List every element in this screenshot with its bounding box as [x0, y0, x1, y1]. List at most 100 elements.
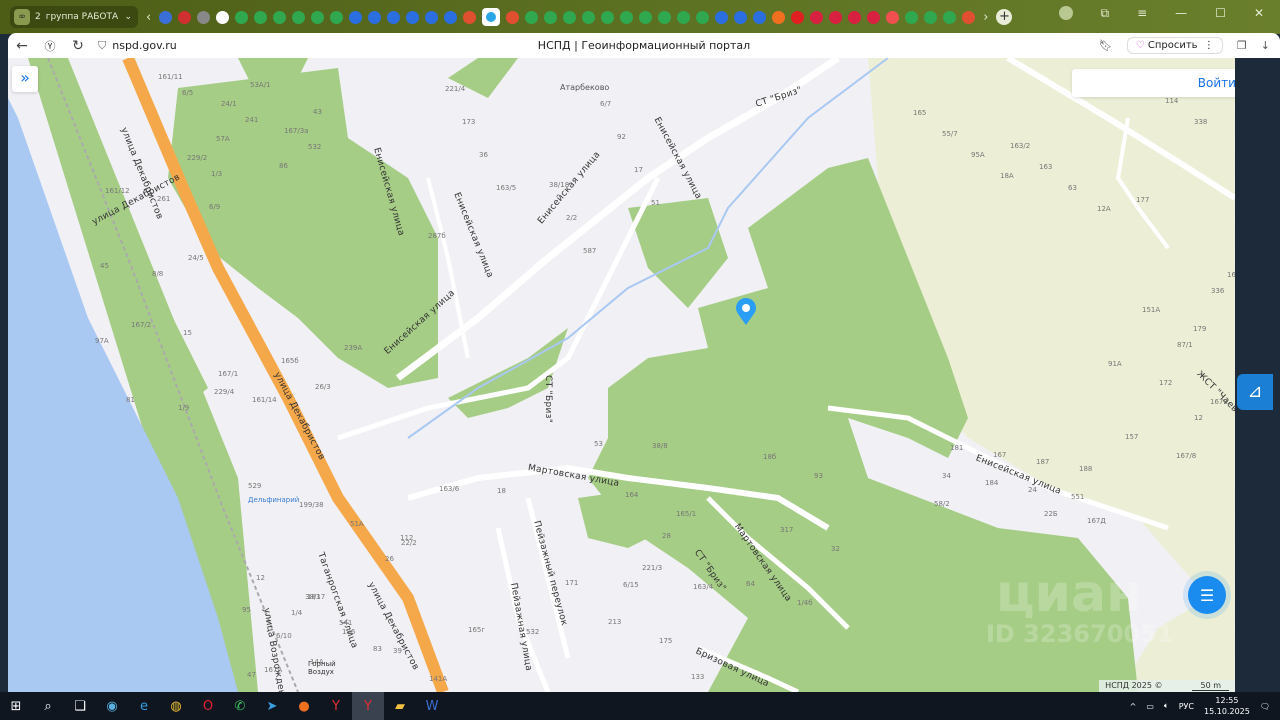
house-number[interactable]: 241 — [245, 116, 258, 124]
house-number[interactable]: 17 — [634, 166, 643, 174]
tab[interactable] — [620, 10, 634, 24]
house-number[interactable]: 551 — [1071, 493, 1084, 501]
house-number[interactable]: 83 — [373, 645, 382, 653]
house-number[interactable]: 167/3а — [284, 127, 308, 135]
ask-button[interactable]: ♡ Спросить ⋮ — [1126, 37, 1223, 54]
yandex-browser-icon[interactable]: Y — [320, 692, 352, 720]
file-explorer-icon[interactable]: ▰ — [384, 692, 416, 720]
house-number[interactable]: 213 — [608, 618, 621, 626]
house-number[interactable]: 167/2 — [131, 321, 151, 329]
house-number[interactable]: 165/1 — [676, 510, 696, 518]
tab[interactable] — [311, 10, 325, 24]
house-number[interactable]: 26/3 — [315, 383, 331, 391]
house-number[interactable]: 63 — [1068, 184, 1077, 192]
house-number[interactable]: 161/14 — [252, 396, 277, 404]
edge-icon[interactable]: e — [128, 692, 160, 720]
tab[interactable] — [159, 10, 173, 24]
house-number[interactable]: 45 — [100, 262, 109, 270]
house-number[interactable]: 91А — [1108, 360, 1122, 368]
tab-group[interactable]: ∞ 2 группа РАБОТА ⌄ — [10, 6, 138, 28]
tab[interactable] — [368, 10, 382, 24]
network-icon[interactable]: ▭ — [1146, 702, 1154, 711]
house-number[interactable]: 163/5 — [496, 184, 516, 192]
house-number[interactable]: 18б — [763, 453, 776, 461]
url-field[interactable]: ⛉ nspd.gov.ru — [98, 39, 177, 53]
profile-icon[interactable] — [1058, 6, 1073, 20]
clock[interactable]: 12:55 15.10.2025 — [1204, 695, 1250, 717]
tab[interactable] — [525, 10, 539, 24]
house-number[interactable]: 187 — [1036, 458, 1049, 466]
house-number[interactable]: 229/4 — [214, 388, 234, 396]
house-number[interactable]: 95А — [971, 151, 985, 159]
tab[interactable] — [943, 10, 957, 24]
house-number[interactable]: 15 — [183, 329, 192, 337]
tab[interactable] — [216, 10, 230, 24]
chrome-icon[interactable]: ◍ — [160, 692, 192, 720]
house-number[interactable]: 86 — [279, 162, 288, 170]
house-number[interactable]: 529 — [248, 482, 261, 490]
house-number[interactable]: 157 — [1125, 433, 1138, 441]
house-number[interactable]: 177 — [1136, 196, 1149, 204]
house-number[interactable]: 171 — [565, 579, 578, 587]
house-number[interactable]: 532 — [308, 143, 321, 151]
house-number[interactable]: 53 — [594, 440, 603, 448]
tab[interactable] — [829, 10, 843, 24]
tab[interactable] — [235, 10, 249, 24]
house-number[interactable]: 532 — [526, 628, 539, 636]
house-number[interactable]: 181 — [950, 444, 963, 452]
house-number[interactable]: 6/15 — [623, 581, 639, 589]
tab-active[interactable] — [482, 8, 501, 26]
house-number[interactable]: 163/6 — [439, 485, 459, 493]
tab[interactable] — [867, 10, 881, 24]
house-number[interactable]: 165б — [281, 357, 299, 365]
house-number[interactable]: 188 — [1079, 465, 1092, 473]
house-number[interactable]: 43 — [313, 108, 322, 116]
house-number[interactable]: 167А — [264, 666, 282, 674]
tab[interactable] — [544, 10, 558, 24]
tab[interactable] — [425, 10, 439, 24]
tab[interactable] — [349, 10, 363, 24]
house-number[interactable]: 287б — [428, 232, 446, 240]
reload-button[interactable]: ↻ — [64, 38, 92, 54]
house-number[interactable]: 8/8 — [152, 270, 163, 278]
tab[interactable] — [696, 10, 710, 24]
house-number[interactable]: 164 — [625, 491, 638, 499]
expand-panel-button[interactable]: » — [12, 66, 38, 92]
house-number[interactable]: 163 — [1039, 163, 1052, 171]
menu-icon[interactable]: ≡ — [1137, 6, 1147, 20]
house-number[interactable]: 114 — [1165, 97, 1178, 105]
house-number[interactable]: 38/18 — [549, 181, 569, 189]
house-number[interactable]: 338 — [1194, 118, 1207, 126]
house-number[interactable]: 179 — [1193, 325, 1206, 333]
house-number[interactable]: 97А — [95, 337, 109, 345]
house-number[interactable]: 32 — [831, 545, 840, 553]
search-icon[interactable]: ⌕ — [32, 692, 64, 720]
tab[interactable] — [178, 10, 192, 24]
house-number[interactable]: 58/2 — [934, 500, 950, 508]
house-number[interactable]: 167Д — [1087, 517, 1106, 525]
tabs-scroll-left-icon[interactable]: ‹ — [146, 10, 151, 25]
yandex-home-icon[interactable]: Ⓨ — [36, 38, 64, 54]
house-number[interactable]: 541 — [339, 619, 352, 627]
word-icon[interactable]: W — [416, 692, 448, 720]
login-button[interactable]: Войти ⇥ — [1072, 69, 1235, 97]
house-number[interactable]: 95 — [242, 606, 251, 614]
house-number[interactable]: 6/10 — [276, 632, 292, 640]
house-number[interactable]: 51А — [350, 520, 364, 528]
house-number[interactable]: 1/4 — [291, 609, 302, 617]
house-number[interactable]: 57А — [216, 135, 230, 143]
house-number[interactable]: 165г — [468, 626, 485, 634]
house-number[interactable]: 39 — [393, 647, 402, 655]
house-number[interactable]: 172 — [1159, 379, 1172, 387]
close-button[interactable]: ✕ — [1254, 6, 1264, 20]
house-number[interactable]: 587 — [583, 247, 596, 255]
house-number[interactable]: 12 — [1194, 414, 1203, 422]
tab[interactable] — [254, 10, 268, 24]
house-number[interactable]: 165 — [913, 109, 926, 117]
house-number[interactable]: 6/5 — [182, 89, 193, 97]
tray-chevron-icon[interactable]: ^ — [1130, 702, 1137, 711]
house-number[interactable]: 28 — [662, 532, 671, 540]
house-number[interactable]: 229/2 — [187, 154, 207, 162]
tab[interactable] — [658, 10, 672, 24]
back-button[interactable]: ← — [8, 38, 36, 54]
